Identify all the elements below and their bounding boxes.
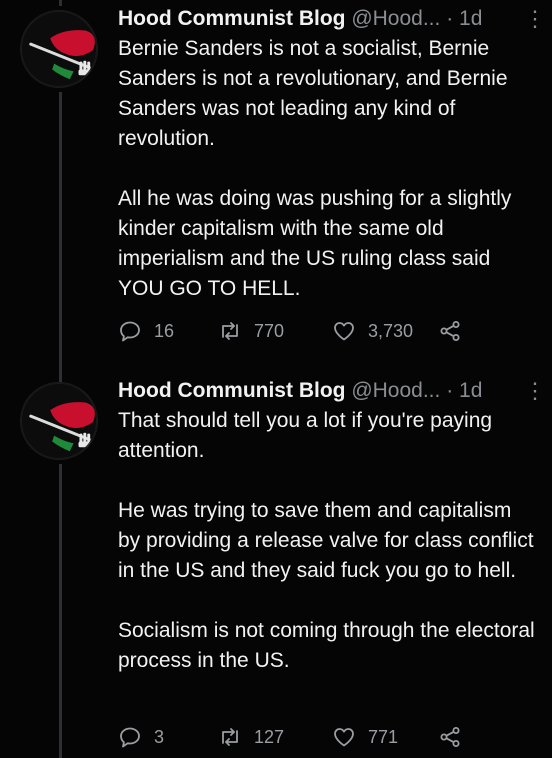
avatar[interactable] <box>20 10 98 88</box>
raised-fist-avatar-icon <box>21 383 97 459</box>
tweet-header: Hood Communist Blog @Hood... · 1d <box>118 376 538 406</box>
author-name[interactable]: Hood Communist Blog <box>118 379 345 402</box>
reply-count: 3 <box>154 727 165 747</box>
separator-dot: · <box>446 379 454 402</box>
like-count: 3,730 <box>368 321 414 341</box>
tweet-paragraph: That should tell you a lot if you're pay… <box>118 409 493 462</box>
like-button[interactable]: 3,730 <box>332 316 413 346</box>
like-count: 771 <box>368 727 399 747</box>
author-handle[interactable]: @Hood... <box>351 7 440 30</box>
share-icon <box>440 321 460 341</box>
tweet-text: That should tell you a lot if you're pay… <box>118 406 538 676</box>
raised-fist-avatar-icon <box>21 11 97 87</box>
heart-icon <box>334 728 354 747</box>
reply-count: 16 <box>154 321 175 341</box>
share-button[interactable] <box>438 722 462 752</box>
reply-icon <box>120 727 140 748</box>
avatar[interactable] <box>20 382 98 460</box>
like-button[interactable]: 771 <box>332 722 398 752</box>
share-icon <box>440 727 460 747</box>
tweet-actions: 3 127 771 <box>118 722 518 752</box>
heart-icon <box>334 322 354 341</box>
retweet-icon <box>222 322 238 340</box>
retweet-count: 770 <box>254 321 285 341</box>
tweet-paragraph: Socialism is not coming through the elec… <box>118 619 535 672</box>
more-options-icon[interactable]: ⋮ <box>524 376 546 406</box>
author-handle[interactable]: @Hood... <box>351 379 440 402</box>
tweet-header: Hood Communist Blog @Hood... · 1d <box>118 4 538 34</box>
retweet-button[interactable]: 770 <box>218 316 284 346</box>
tweet-1[interactable]: Hood Communist Blog @Hood... · 1d ⋮ Bern… <box>0 4 552 354</box>
reply-button[interactable]: 16 <box>118 316 174 346</box>
retweet-icon <box>222 728 238 746</box>
share-button[interactable] <box>438 316 462 346</box>
tweet-paragraph: Bernie Sanders is not a socialist, Berni… <box>118 37 508 150</box>
tweet-paragraph: He was trying to save them and capitalis… <box>118 499 534 582</box>
retweet-count: 127 <box>254 727 285 747</box>
reply-icon <box>120 321 140 342</box>
retweet-button[interactable]: 127 <box>218 722 284 752</box>
tweet-paragraph: All he was doing was pushing for a sligh… <box>118 187 512 300</box>
reply-button[interactable]: 3 <box>118 722 164 752</box>
author-name[interactable]: Hood Communist Blog <box>118 7 345 30</box>
timestamp[interactable]: 1d <box>459 7 482 30</box>
more-options-icon[interactable]: ⋮ <box>524 4 546 34</box>
tweet-text: Bernie Sanders is not a socialist, Berni… <box>118 34 538 304</box>
tweet-actions: 16 770 3,730 <box>118 316 518 346</box>
timestamp[interactable]: 1d <box>459 379 482 402</box>
separator-dot: · <box>446 7 454 30</box>
tweet-2[interactable]: Hood Communist Blog @Hood... · 1d ⋮ That… <box>0 376 552 758</box>
